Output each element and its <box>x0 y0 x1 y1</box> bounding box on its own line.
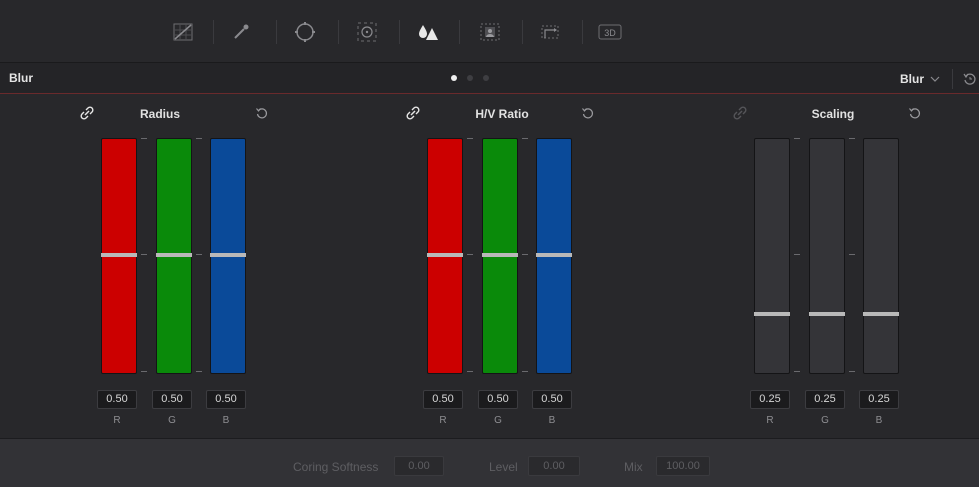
radius-r-slider[interactable] <box>101 138 137 374</box>
panel-title: Blur <box>9 71 33 85</box>
scaling-b-value[interactable]: 0.25 <box>859 390 899 409</box>
reset-icon[interactable] <box>255 106 269 120</box>
slider-handle[interactable] <box>210 253 246 257</box>
hv-ratio-r-value[interactable]: 0.50 <box>423 390 463 409</box>
channel-label: G <box>168 415 176 426</box>
channel-label: R <box>766 415 774 426</box>
mode-dropdown[interactable]: Blur <box>900 70 940 88</box>
scaling-b-slider[interactable] <box>863 138 899 374</box>
key-icon[interactable] <box>477 19 503 45</box>
svg-text:3D: 3D <box>604 28 616 38</box>
slider-handle[interactable] <box>536 253 572 257</box>
radius-r-value[interactable]: 0.50 <box>97 390 137 409</box>
blur-drops-icon[interactable] <box>415 19 441 45</box>
hv-ratio-group: H/V Ratio 0.50 0.50 0.50 R G B <box>406 94 666 438</box>
page-dot[interactable] <box>483 75 489 81</box>
level-label: Level <box>489 460 518 474</box>
slider-track[interactable] <box>754 138 790 374</box>
channel-label: G <box>494 415 502 426</box>
scaling-g-slider[interactable] <box>809 138 845 374</box>
channel-label: B <box>875 415 883 426</box>
chevron-down-icon <box>930 70 940 88</box>
slider-handle[interactable] <box>101 253 137 257</box>
mix-label: Mix <box>624 460 643 474</box>
group-label: Scaling <box>811 107 855 121</box>
slider-handle[interactable] <box>156 253 192 257</box>
3d-icon[interactable]: 3D <box>597 19 623 45</box>
hv-ratio-b-slider[interactable] <box>536 138 572 374</box>
scaling-group: Scaling 0.25 0.25 0.25 R G B <box>733 94 979 438</box>
hv-ratio-b-value[interactable]: 0.50 <box>532 390 572 409</box>
level-field[interactable]: 0.00 <box>528 456 580 476</box>
scaling-r-value[interactable]: 0.25 <box>750 390 790 409</box>
palette-toolbar: 3D <box>0 0 979 63</box>
scaling-g-value[interactable]: 0.25 <box>805 390 845 409</box>
tracker-target-icon[interactable] <box>354 19 380 45</box>
slider-track[interactable] <box>863 138 899 374</box>
group-label: Radius <box>139 107 180 121</box>
curves-grid-icon[interactable] <box>170 19 196 45</box>
mode-dropdown-value: Blur <box>900 72 924 86</box>
coring-softness-label: Coring Softness <box>293 460 379 474</box>
channel-label: R <box>439 415 447 426</box>
reset-all-icon[interactable] <box>962 71 978 87</box>
radius-b-value[interactable]: 0.50 <box>206 390 246 409</box>
page-dot[interactable] <box>467 75 473 81</box>
hv-ratio-r-slider[interactable] <box>427 138 463 374</box>
channel-label: G <box>821 415 829 426</box>
reset-icon[interactable] <box>581 106 595 120</box>
page-dot-active[interactable] <box>451 75 457 81</box>
blur-panel: Radius 0.50 0.50 0.50 R G B H/V Ratio 0.… <box>0 94 979 438</box>
radius-g-slider[interactable] <box>156 138 192 374</box>
panel-header: Blur Blur <box>0 63 979 94</box>
power-window-icon[interactable] <box>292 19 318 45</box>
reset-icon[interactable] <box>908 106 922 120</box>
hv-ratio-g-value[interactable]: 0.50 <box>478 390 518 409</box>
slider-handle[interactable] <box>482 253 518 257</box>
channel-label: B <box>222 415 230 426</box>
channel-label: B <box>548 415 556 426</box>
slider-track[interactable] <box>809 138 845 374</box>
mix-field[interactable]: 100.00 <box>656 456 710 476</box>
scaling-r-slider[interactable] <box>754 138 790 374</box>
channel-label: R <box>113 415 121 426</box>
slider-handle[interactable] <box>754 312 790 316</box>
hv-ratio-g-slider[interactable] <box>482 138 518 374</box>
radius-group: Radius 0.50 0.50 0.50 R G B <box>80 94 340 438</box>
blur-footer: Coring Softness 0.00 Level 0.00 Mix 100.… <box>0 438 979 487</box>
radius-b-slider[interactable] <box>210 138 246 374</box>
eyedropper-icon[interactable] <box>228 19 254 45</box>
sizing-icon[interactable] <box>537 19 563 45</box>
coring-softness-field[interactable]: 0.00 <box>394 456 444 476</box>
slider-handle[interactable] <box>427 253 463 257</box>
slider-handle[interactable] <box>863 312 899 316</box>
slider-handle[interactable] <box>809 312 845 316</box>
radius-g-value[interactable]: 0.50 <box>152 390 192 409</box>
